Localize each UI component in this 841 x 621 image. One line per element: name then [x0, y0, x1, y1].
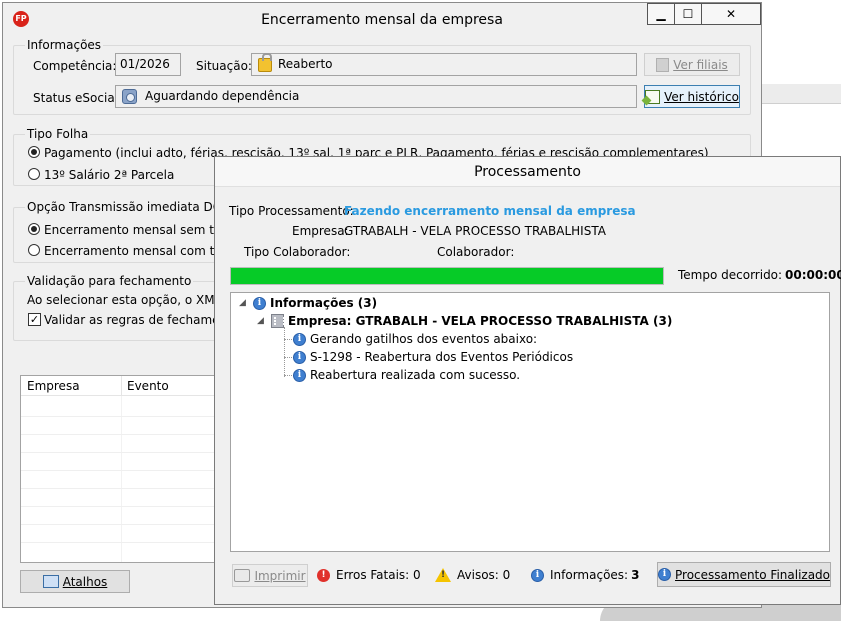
avisos-label: Avisos: 0	[457, 568, 511, 582]
situacao-label: Situação:	[196, 59, 252, 73]
tempo-decorrido-label: Tempo decorrido:	[678, 268, 783, 282]
info-icon: i	[293, 350, 306, 364]
grid-col-evento[interactable]: Evento	[127, 379, 169, 393]
imprimir-button: Imprimir	[232, 564, 308, 587]
building-icon	[656, 57, 670, 72]
empresa-value: GTRABALH - VELA PROCESSO TRABALHISTA	[344, 224, 606, 238]
situacao-value: Reaberto	[278, 57, 333, 71]
grid-row	[21, 452, 229, 453]
tipo-colaborador-label: Tipo Colaborador:	[244, 245, 351, 259]
tree-item[interactable]: i Reabertura realizada com sucesso.	[293, 368, 520, 382]
radio-13-salario-label[interactable]: 13º Salário 2ª Parcela	[44, 168, 174, 182]
shortcuts-icon	[42, 575, 59, 588]
collapse-toggle-icon[interactable]: ◢	[257, 316, 267, 326]
grid-row	[21, 416, 229, 417]
radio-sem-transmissao[interactable]	[28, 223, 40, 235]
tree-item[interactable]: i Gerando gatilhos dos eventos abaixo:	[293, 332, 537, 346]
close-button[interactable]: ✕	[701, 3, 761, 25]
tree-item-label: S-1298 - Reabertura dos Eventos Periódic…	[310, 350, 574, 364]
tipo-processamento-value: Fazendo encerramento mensal da empresa	[344, 204, 636, 218]
tree-root-label: Informações (3)	[270, 296, 378, 310]
radio-com-transmissao-label[interactable]: Encerramento mensal com trans	[44, 244, 240, 258]
grid-row	[21, 488, 229, 489]
atalhos-button[interactable]: Atalhos	[20, 570, 130, 593]
lock-icon	[258, 52, 272, 72]
progress-bar	[230, 267, 664, 285]
grid-col-empresa[interactable]: Empresa	[27, 379, 80, 393]
dialog-title[interactable]: Processamento	[215, 157, 840, 187]
validacao-label: Validação para fechamento	[25, 274, 194, 288]
status-esocial-label: Status eSocial:	[33, 91, 123, 105]
maximize-button[interactable]: ☐	[674, 3, 702, 25]
situacao-field[interactable]: Reaberto	[251, 52, 637, 76]
competencia-label: Competência:	[33, 59, 117, 73]
processamento-finalizado-button[interactable]: i Processamento Finalizado	[657, 562, 831, 587]
info-icon: i	[658, 568, 671, 581]
tree-company[interactable]: ◢ Empresa: GTRABALH - VELA PROCESSO TRAB…	[257, 314, 672, 328]
printer-icon	[234, 569, 251, 582]
status-esocial-field[interactable]: Aguardando dependência	[115, 85, 637, 108]
esocial-gear-icon	[122, 89, 137, 104]
tree-item-label: Gerando gatilhos dos eventos abaixo:	[310, 332, 538, 346]
radio-com-transmissao[interactable]	[28, 244, 40, 256]
erros-fatais-label: Erros Fatais: 0	[336, 568, 421, 582]
history-icon	[645, 89, 661, 104]
atalhos-label: Atalhos	[62, 574, 108, 589]
grid-row	[21, 434, 229, 435]
grid-col-divider	[121, 376, 122, 396]
grid-row	[21, 470, 229, 471]
avisos-status: Avisos: 0	[435, 568, 510, 582]
company-building-icon	[271, 314, 285, 328]
colaborador-label: Colaborador:	[437, 245, 515, 259]
minimize-button[interactable]: ▁	[647, 3, 675, 25]
processamento-finalizado-label: Processamento Finalizado	[675, 567, 831, 582]
imprimir-label: Imprimir	[254, 568, 306, 583]
informacoes-count: 3	[631, 568, 640, 582]
warning-icon	[435, 568, 451, 582]
processing-log-tree[interactable]: ◢ i Informações (3) ◢ Empresa: GTRABALH …	[230, 292, 830, 552]
radio-pagamento[interactable]	[28, 146, 40, 158]
status-esocial-value: Aguardando dependência	[145, 89, 300, 103]
ver-filiais-button: Ver filiais	[644, 53, 740, 76]
collapse-toggle-icon[interactable]: ◢	[239, 298, 249, 308]
info-group-label: Informações	[25, 38, 104, 52]
info-icon: i	[293, 332, 306, 346]
grid-col-divider-body	[121, 396, 122, 562]
tree-root[interactable]: ◢ i Informações (3)	[239, 296, 377, 310]
error-icon: !	[317, 568, 330, 582]
ver-filiais-label: Ver filiais	[673, 57, 728, 72]
validacao-description: Ao selecionar esta opção, o XML de	[27, 293, 241, 307]
info-icon: i	[293, 368, 306, 382]
erros-fatais-status: ! Erros Fatais: 0	[317, 568, 421, 582]
grid-header: Empresa Evento	[21, 376, 229, 396]
grid-row	[21, 524, 229, 525]
competencia-field[interactable]: 01/2026	[115, 53, 181, 76]
info-icon: i	[253, 296, 266, 310]
informacoes-label: Informações:	[550, 568, 629, 582]
ver-historico-button[interactable]: Ver histórico	[644, 85, 740, 108]
tempo-decorrido-value: 00:00:00	[785, 268, 841, 282]
tree-item-label: Reabertura realizada com sucesso.	[310, 368, 521, 382]
ver-historico-label: Ver histórico	[664, 89, 739, 104]
radio-13-salario[interactable]	[28, 168, 40, 180]
main-titlebar[interactable]: FP Encerramento mensal da empresa ▁ ☐ ✕	[3, 3, 761, 36]
tree-company-label: Empresa: GTRABALH - VELA PROCESSO TRABAL…	[288, 314, 673, 328]
validar-regras-checkbox[interactable]: ✓	[28, 313, 41, 326]
tree-item[interactable]: i S-1298 - Reabertura dos Eventos Periód…	[293, 350, 573, 364]
background-app-strip	[760, 84, 841, 104]
tipo-processamento-label: Tipo Processamento:	[229, 204, 354, 218]
grid-row	[21, 506, 229, 507]
informacoes-status: i Informações: 3	[531, 568, 639, 582]
info-icon: i	[531, 568, 544, 582]
processamento-dialog: Processamento Tipo Processamento: Fazend…	[214, 156, 841, 605]
window-controls: ▁ ☐ ✕	[647, 3, 761, 25]
tipo-folha-label: Tipo Folha	[25, 127, 91, 141]
grid-row	[21, 542, 229, 543]
validar-regras-label[interactable]: Validar as regras de fechamento	[44, 313, 239, 327]
empresa-evento-grid[interactable]: Empresa Evento	[20, 375, 230, 563]
empresa-label: Empresa:	[292, 224, 349, 238]
tree-guide	[284, 327, 285, 377]
